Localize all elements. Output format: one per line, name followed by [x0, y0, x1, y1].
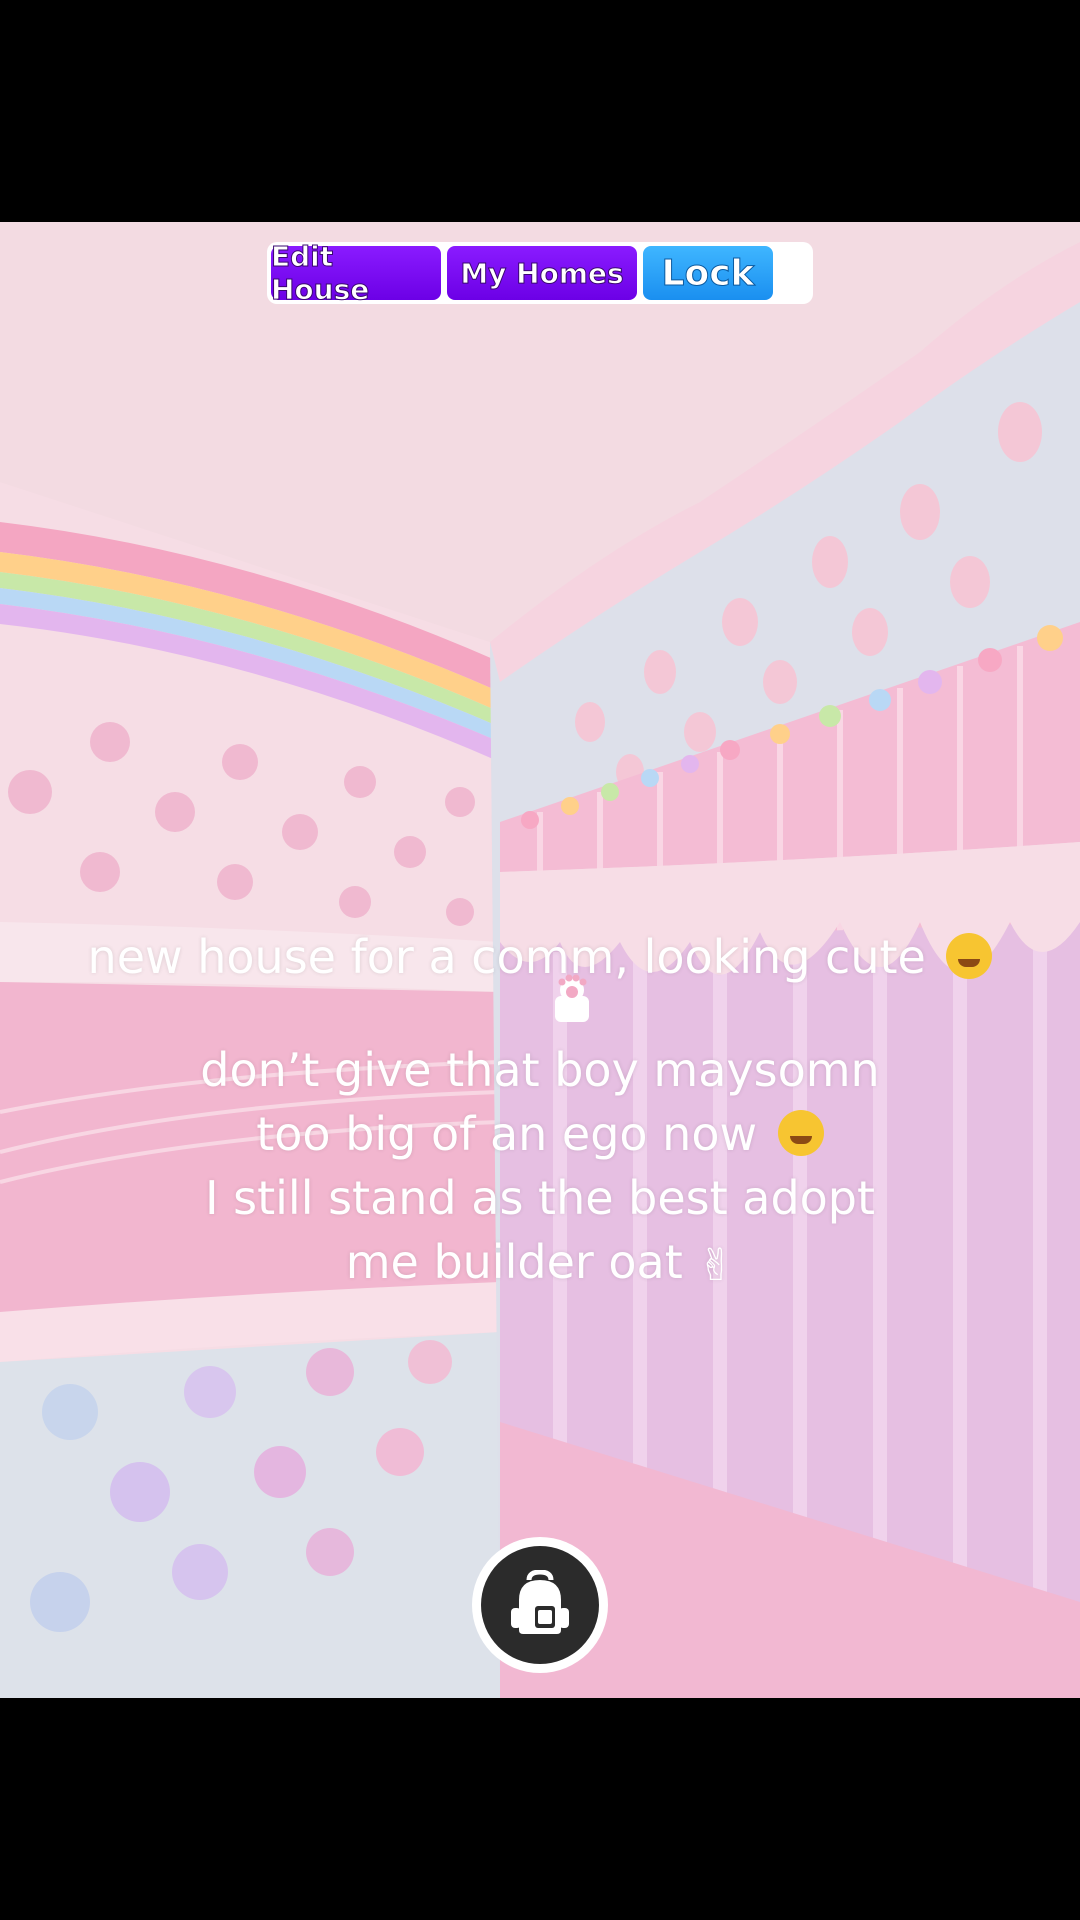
caption-block: don’t give that boy maysomn too big of a…: [60, 1038, 1020, 1298]
paw-icon: [555, 974, 589, 1022]
caption-line-2: don’t give that boy maysomn: [200, 1043, 880, 1097]
edit-house-button[interactable]: Edit House: [271, 240, 441, 307]
caption-line-5: me builder oat ✌: [60, 1230, 1020, 1298]
caption-text-1: new house for a comm, looking cute: [87, 930, 926, 984]
top-letterbox: [0, 0, 1080, 222]
bottom-letterbox: [0, 1698, 1080, 1920]
backpack-icon-bg: [481, 1546, 599, 1664]
caption-line-3: too big of an ego now: [60, 1102, 1020, 1166]
victory-hand-icon: ✌: [697, 1240, 735, 1291]
cat-tears-of-joy-icon: [777, 1110, 824, 1156]
caption-line-4: I still stand as the best adopt: [204, 1171, 876, 1225]
caption-line-1: new house for a comm, looking cute: [60, 925, 1020, 989]
caption-text-5: me builder oat: [345, 1235, 683, 1289]
my-homes-button[interactable]: My Homes: [447, 246, 637, 300]
house-toolbar: Edit House My Homes Lock: [267, 240, 813, 307]
caption-text-3: too big of an ego now: [256, 1107, 758, 1161]
backpack-icon: [511, 1570, 569, 1634]
backpack-button[interactable]: [472, 1537, 608, 1673]
face-with-hand-over-mouth-icon: [946, 933, 993, 979]
lock-button[interactable]: Lock: [643, 246, 773, 300]
